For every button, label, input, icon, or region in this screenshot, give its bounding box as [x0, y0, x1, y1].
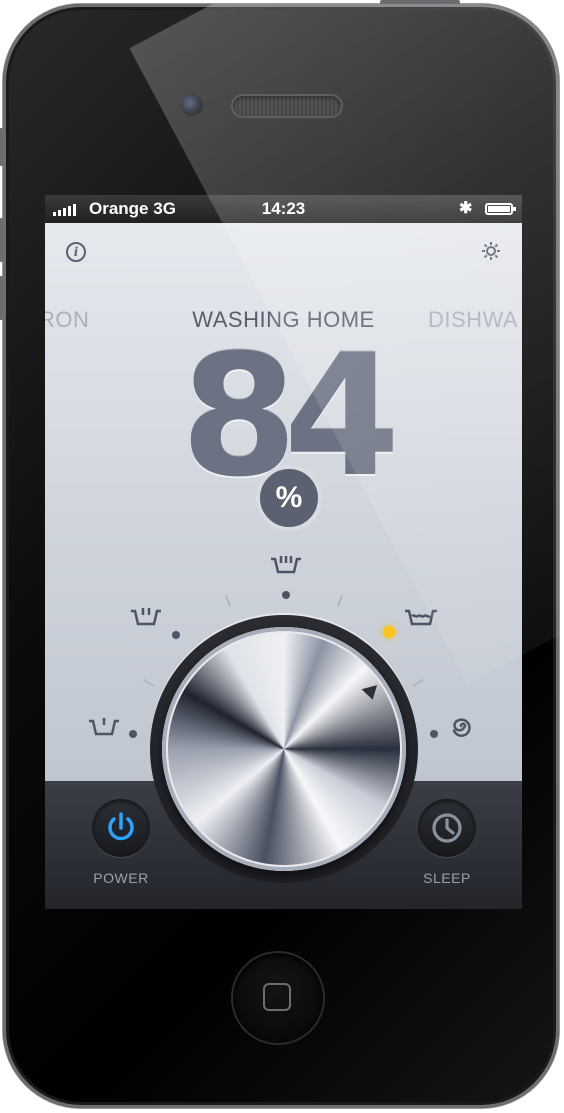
home-button[interactable]: [233, 953, 323, 1043]
app-screen: Orange 3G 14:23 ✱ i RON WASHING HOME DIS…: [45, 195, 522, 909]
quick-wash-icon[interactable]: [129, 605, 163, 631]
silent-switch[interactable]: [0, 128, 3, 166]
intensive-wash-icon[interactable]: [269, 553, 303, 579]
sleep-label: SLEEP: [423, 870, 471, 886]
sleep-button[interactable]: [418, 799, 476, 857]
program-dial-knob[interactable]: [162, 627, 406, 871]
program-dot: [172, 631, 180, 639]
dial-tick: [412, 679, 424, 687]
active-program-indicator: [383, 626, 395, 638]
status-time: 14:23: [261, 199, 306, 218]
volume-down-button[interactable]: [0, 276, 3, 320]
bluetooth-icon: ✱: [459, 200, 473, 217]
home-square-icon: [263, 983, 291, 1011]
percent-badge: %: [256, 465, 322, 531]
sleep-wake-button[interactable]: [380, 0, 460, 4]
power-icon: [108, 812, 134, 841]
program-dot: [129, 730, 137, 738]
dial-tick: [143, 679, 155, 687]
front-camera: [181, 94, 203, 116]
clock-icon: [432, 813, 462, 843]
gear-icon[interactable]: [480, 240, 502, 262]
dial-tick: [336, 595, 344, 607]
power-button[interactable]: [92, 799, 150, 857]
earpiece-speaker: [233, 96, 341, 116]
power-label: POWER: [93, 870, 149, 886]
hand-wash-icon[interactable]: [87, 715, 121, 741]
battery-icon: [485, 203, 516, 215]
spiral-dry-icon[interactable]: [448, 713, 474, 743]
soak-wash-icon[interactable]: [403, 605, 439, 631]
dial-tick: [224, 595, 232, 607]
mode-next[interactable]: DISHWA: [428, 307, 518, 333]
status-bar: Orange 3G 14:23 ✱: [45, 195, 522, 223]
program-dot: [282, 591, 290, 599]
volume-up-button[interactable]: [0, 218, 3, 262]
program-dot: [430, 730, 438, 738]
info-icon[interactable]: i: [66, 242, 86, 262]
